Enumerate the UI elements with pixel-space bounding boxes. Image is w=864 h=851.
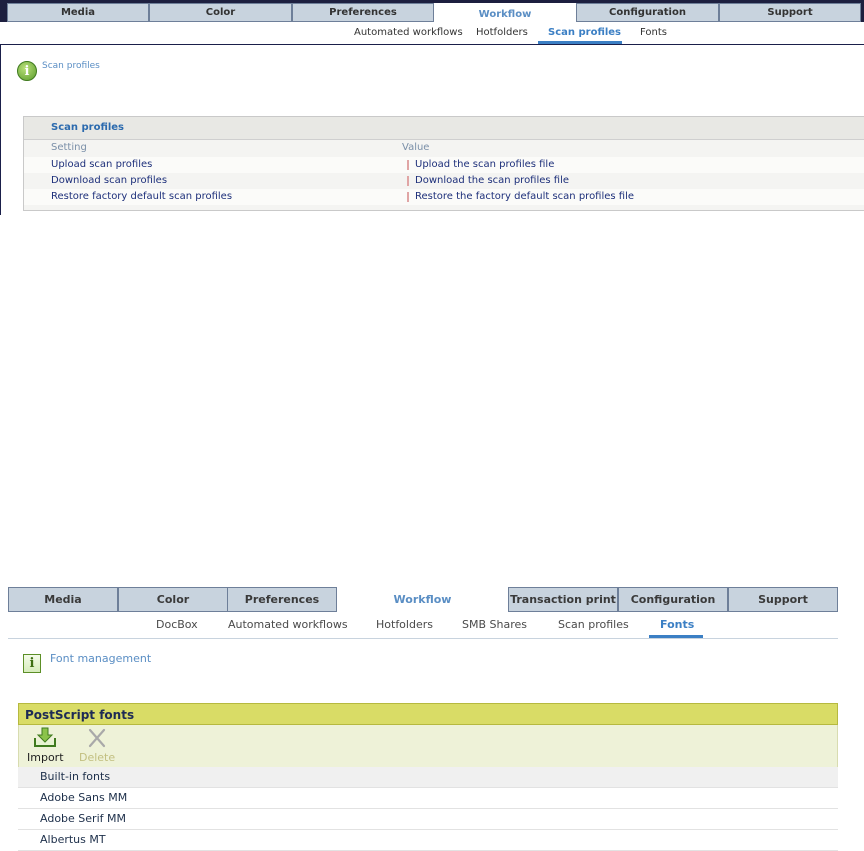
info-link-font-management[interactable]: Font management bbox=[50, 652, 151, 665]
tab-configuration-2[interactable]: Configuration bbox=[618, 587, 728, 612]
link-marker bbox=[407, 192, 409, 202]
fonts-toolbar: Import Delete bbox=[18, 725, 838, 770]
card-header: Scan profiles bbox=[24, 117, 864, 140]
import-icon bbox=[34, 727, 57, 747]
restore-factory-default-link[interactable]: Restore the factory default scan profile… bbox=[415, 191, 634, 202]
setting-upload-scan-profiles: Upload scan profiles bbox=[51, 159, 153, 170]
subtab-scan-profiles-2[interactable]: Scan profiles bbox=[558, 618, 629, 631]
font-row[interactable]: Albertus MT bbox=[18, 830, 838, 851]
info-link-scan-profiles[interactable]: Scan profiles bbox=[42, 61, 100, 71]
font-name: Albertus MT bbox=[40, 833, 106, 846]
subtab-smb-shares[interactable]: SMB Shares bbox=[462, 618, 527, 631]
group-label: Built-in fonts bbox=[40, 770, 111, 783]
scan-profiles-card: Scan profiles Setting Value Upload scan … bbox=[23, 116, 864, 211]
info-icon: i bbox=[17, 61, 37, 81]
tab-workflow-2[interactable]: Workflow bbox=[337, 587, 508, 612]
tab-support-2[interactable]: Support bbox=[728, 587, 838, 612]
info-icon: i bbox=[23, 654, 41, 673]
tab-preferences-2[interactable]: Preferences bbox=[227, 587, 337, 612]
tab-support[interactable]: Support bbox=[719, 3, 861, 22]
main-nav-bar-2: Media Color Preferences Workflow Transac… bbox=[8, 587, 838, 612]
subtab-automated-workflows-2[interactable]: Automated workflows bbox=[228, 618, 348, 631]
font-name: Adobe Serif MM bbox=[40, 812, 126, 825]
tab-color[interactable]: Color bbox=[149, 3, 292, 22]
card-title-2: PostScript fonts bbox=[25, 708, 135, 722]
upload-scan-profiles-link[interactable]: Upload the scan profiles file bbox=[415, 159, 554, 170]
import-label: Import bbox=[27, 751, 64, 764]
delete-button[interactable]: Delete bbox=[79, 727, 115, 764]
link-marker bbox=[407, 160, 409, 170]
font-row[interactable]: Adobe Sans MM bbox=[18, 788, 838, 809]
subtab-hotfolders[interactable]: Hotfolders bbox=[476, 27, 528, 38]
delete-label: Delete bbox=[79, 751, 116, 764]
column-header-setting: Setting bbox=[51, 142, 87, 153]
active-subtab-indicator bbox=[538, 41, 622, 44]
postscript-fonts-card: PostScript fonts Import Delete Built-in … bbox=[18, 703, 838, 851]
column-header-value: Value bbox=[402, 142, 430, 153]
tab-media-2[interactable]: Media bbox=[8, 587, 118, 612]
setting-download-scan-profiles: Download scan profiles bbox=[51, 175, 168, 186]
tab-color-2[interactable]: Color bbox=[118, 587, 228, 612]
subnav-divider bbox=[8, 638, 838, 639]
delete-icon bbox=[88, 728, 106, 748]
subtab-fonts-2[interactable]: Fonts bbox=[660, 618, 694, 631]
card-header-2: PostScript fonts bbox=[18, 703, 838, 725]
tab-transaction-print[interactable]: Transaction print bbox=[508, 587, 618, 612]
font-name: Adobe Sans MM bbox=[40, 791, 128, 804]
import-button[interactable]: Import bbox=[27, 727, 64, 764]
group-row-built-in-fonts: Built-in fonts bbox=[18, 767, 838, 788]
download-scan-profiles-link[interactable]: Download the scan profiles file bbox=[415, 175, 569, 186]
tab-media[interactable]: Media bbox=[7, 3, 149, 22]
scan-profiles-panel: Media Color Preferences Workflow Configu… bbox=[0, 0, 864, 215]
link-marker bbox=[407, 176, 409, 186]
subtab-automated-workflows[interactable]: Automated workflows bbox=[354, 27, 463, 38]
setting-restore-factory-default: Restore factory default scan profiles bbox=[51, 191, 233, 202]
card-title: Scan profiles bbox=[51, 122, 125, 133]
tab-preferences[interactable]: Preferences bbox=[292, 3, 434, 22]
subtab-scan-profiles[interactable]: Scan profiles bbox=[548, 27, 621, 38]
subtab-fonts[interactable]: Fonts bbox=[640, 27, 667, 38]
tab-configuration[interactable]: Configuration bbox=[576, 3, 719, 22]
subtab-hotfolders-2[interactable]: Hotfolders bbox=[376, 618, 433, 631]
subtab-docbox[interactable]: DocBox bbox=[156, 618, 198, 631]
font-row[interactable]: Adobe Serif MM bbox=[18, 809, 838, 830]
